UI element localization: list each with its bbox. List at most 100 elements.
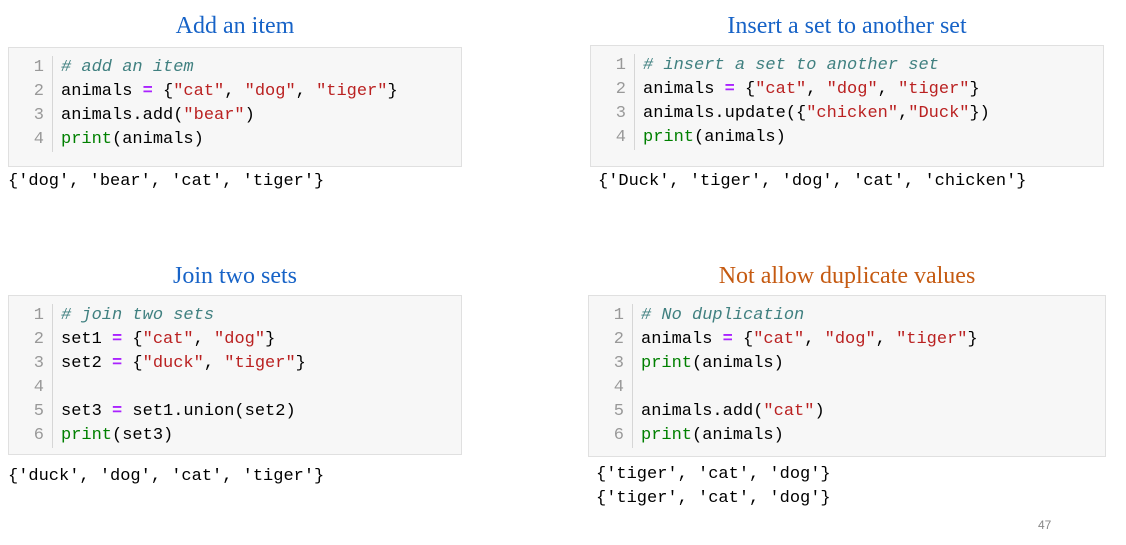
panel-insert-set: Insert a set to another set 1 # insert a … [590, 10, 1104, 210]
line-number: 5 [589, 400, 633, 424]
builtin-function: print [61, 426, 113, 445]
line-number: 1 [9, 56, 53, 80]
line-number: 2 [9, 80, 53, 104]
code-token: , [875, 330, 897, 349]
code-line: 6 print(animals) [589, 424, 1105, 448]
string-literal: "dog" [824, 330, 876, 349]
code-line: 4 [589, 376, 1105, 400]
line-number: 1 [9, 304, 53, 328]
code-token: animals.add( [61, 106, 184, 125]
output-line: {'tiger', 'cat', 'dog'} [596, 489, 831, 508]
code-text: # add an item [53, 56, 194, 80]
code-line: 2 animals = {"cat", "dog", "tiger"} [591, 78, 1103, 102]
cell-output: {'duck', 'dog', 'cat', 'tiger'} [8, 465, 324, 489]
builtin-function: print [643, 128, 695, 147]
cell-output: {'Duck', 'tiger', 'dog', 'cat', 'chicken… [598, 170, 1026, 194]
code-text: set2 = {"duck", "tiger"} [53, 352, 306, 376]
line-number: 2 [589, 328, 633, 352]
code-line: 3 animals.update({"chicken","Duck"}) [591, 102, 1103, 126]
code-text: # No duplication [633, 304, 804, 328]
code-text: animals.update({"chicken","Duck"}) [635, 102, 990, 126]
code-text: # join two sets [53, 304, 214, 328]
code-token: { [152, 82, 174, 101]
code-text: # insert a set to another set [635, 54, 939, 78]
line-number: 3 [591, 102, 635, 126]
string-literal: "cat" [142, 330, 194, 349]
line-number: 1 [591, 54, 635, 78]
panel-no-duplicates: Not allow duplicate values 1 # No duplica… [588, 260, 1106, 520]
code-cell[interactable]: 1 # No duplication 2 animals = {"cat", "dog… [588, 295, 1106, 457]
code-token: set1 [61, 330, 113, 349]
cell-output: {'tiger', 'cat', 'dog'} {'tiger', 'cat', … [596, 463, 831, 511]
code-line: 3 set2 = {"duck", "tiger"} [9, 352, 461, 376]
code-text: print(animals) [633, 424, 784, 448]
line-number: 1 [589, 304, 633, 328]
operator: = [112, 402, 123, 421]
code-token: animals [641, 330, 723, 349]
string-literal: "cat" [755, 80, 807, 99]
code-text: print(animals) [53, 128, 204, 152]
line-number: 4 [9, 128, 53, 152]
code-token: } [387, 82, 398, 101]
string-literal: "tiger" [316, 82, 388, 101]
code-cell[interactable]: 1 # insert a set to another set 2 animals =… [590, 45, 1104, 167]
output-line: {'dog', 'bear', 'cat', 'tiger'} [8, 172, 325, 191]
code-cell[interactable]: 1 # add an item 2 animals = {"cat", "dog", … [8, 47, 462, 167]
code-line: 2 animals = {"cat", "dog", "tiger"} [589, 328, 1105, 352]
panel-title: Not allow duplicate values [718, 263, 976, 289]
code-line: 5 animals.add("cat") [589, 400, 1105, 424]
code-token: ) [244, 106, 255, 125]
code-line: 6 print(set3) [9, 424, 461, 448]
code-token: animals.update({ [643, 104, 807, 123]
code-token: (animals) [112, 130, 204, 149]
string-literal: "cat" [753, 330, 805, 349]
string-literal: "dog" [244, 82, 296, 101]
code-token: set3 [61, 402, 113, 421]
code-text: animals.add("cat") [633, 400, 825, 424]
string-literal: "cat" [763, 402, 815, 421]
operator: = [142, 82, 153, 101]
line-number: 4 [589, 376, 633, 400]
code-comment: # No duplication [641, 306, 805, 325]
code-token: { [732, 330, 754, 349]
operator: = [112, 330, 123, 349]
code-token: , [203, 354, 225, 373]
output-line: {'Duck', 'tiger', 'dog', 'cat', 'chicken… [598, 172, 1027, 191]
builtin-function: print [641, 426, 693, 445]
cell-output: {'dog', 'bear', 'cat', 'tiger'} [8, 170, 324, 194]
code-text: print(animals) [633, 352, 784, 376]
code-token: } [265, 330, 276, 349]
code-cell[interactable]: 1 # join two sets 2 set1 = {"cat", "dog"} 3 s… [8, 295, 462, 455]
panel-join-sets: Join two sets 1 # join two sets 2 set1 = {"… [8, 260, 462, 500]
code-token: (set3) [112, 426, 174, 445]
code-text: print(set3) [53, 424, 173, 448]
line-number: 2 [591, 78, 635, 102]
string-literal: "dog" [826, 80, 878, 99]
line-number: 4 [591, 126, 635, 150]
builtin-function: print [61, 130, 113, 149]
code-text: set1 = {"cat", "dog"} [53, 328, 275, 352]
code-token: , [295, 82, 317, 101]
string-literal: "cat" [173, 82, 225, 101]
string-literal: "Duck" [908, 104, 970, 123]
code-text: animals = {"cat", "dog", "tiger"} [635, 78, 980, 102]
code-line: 3 animals.add("bear") [9, 104, 461, 128]
code-line: 1 # join two sets [9, 304, 461, 328]
code-token: animals [643, 80, 725, 99]
line-number: 5 [9, 400, 53, 424]
code-token: { [122, 354, 143, 373]
line-number: 3 [589, 352, 633, 376]
string-literal: "tiger" [898, 80, 970, 99]
code-token: , [877, 80, 899, 99]
code-token: , [898, 104, 909, 123]
code-comment: # join two sets [61, 306, 215, 325]
code-token: } [295, 354, 306, 373]
code-line: 4 print(animals) [9, 128, 461, 152]
operator: = [722, 330, 733, 349]
line-number: 6 [589, 424, 633, 448]
operator: = [724, 80, 735, 99]
code-token: (animals) [692, 354, 784, 373]
panel-title: Add an item [175, 13, 295, 39]
code-token: , [804, 330, 825, 349]
code-line: 2 animals = {"cat", "dog", "tiger"} [9, 80, 461, 104]
